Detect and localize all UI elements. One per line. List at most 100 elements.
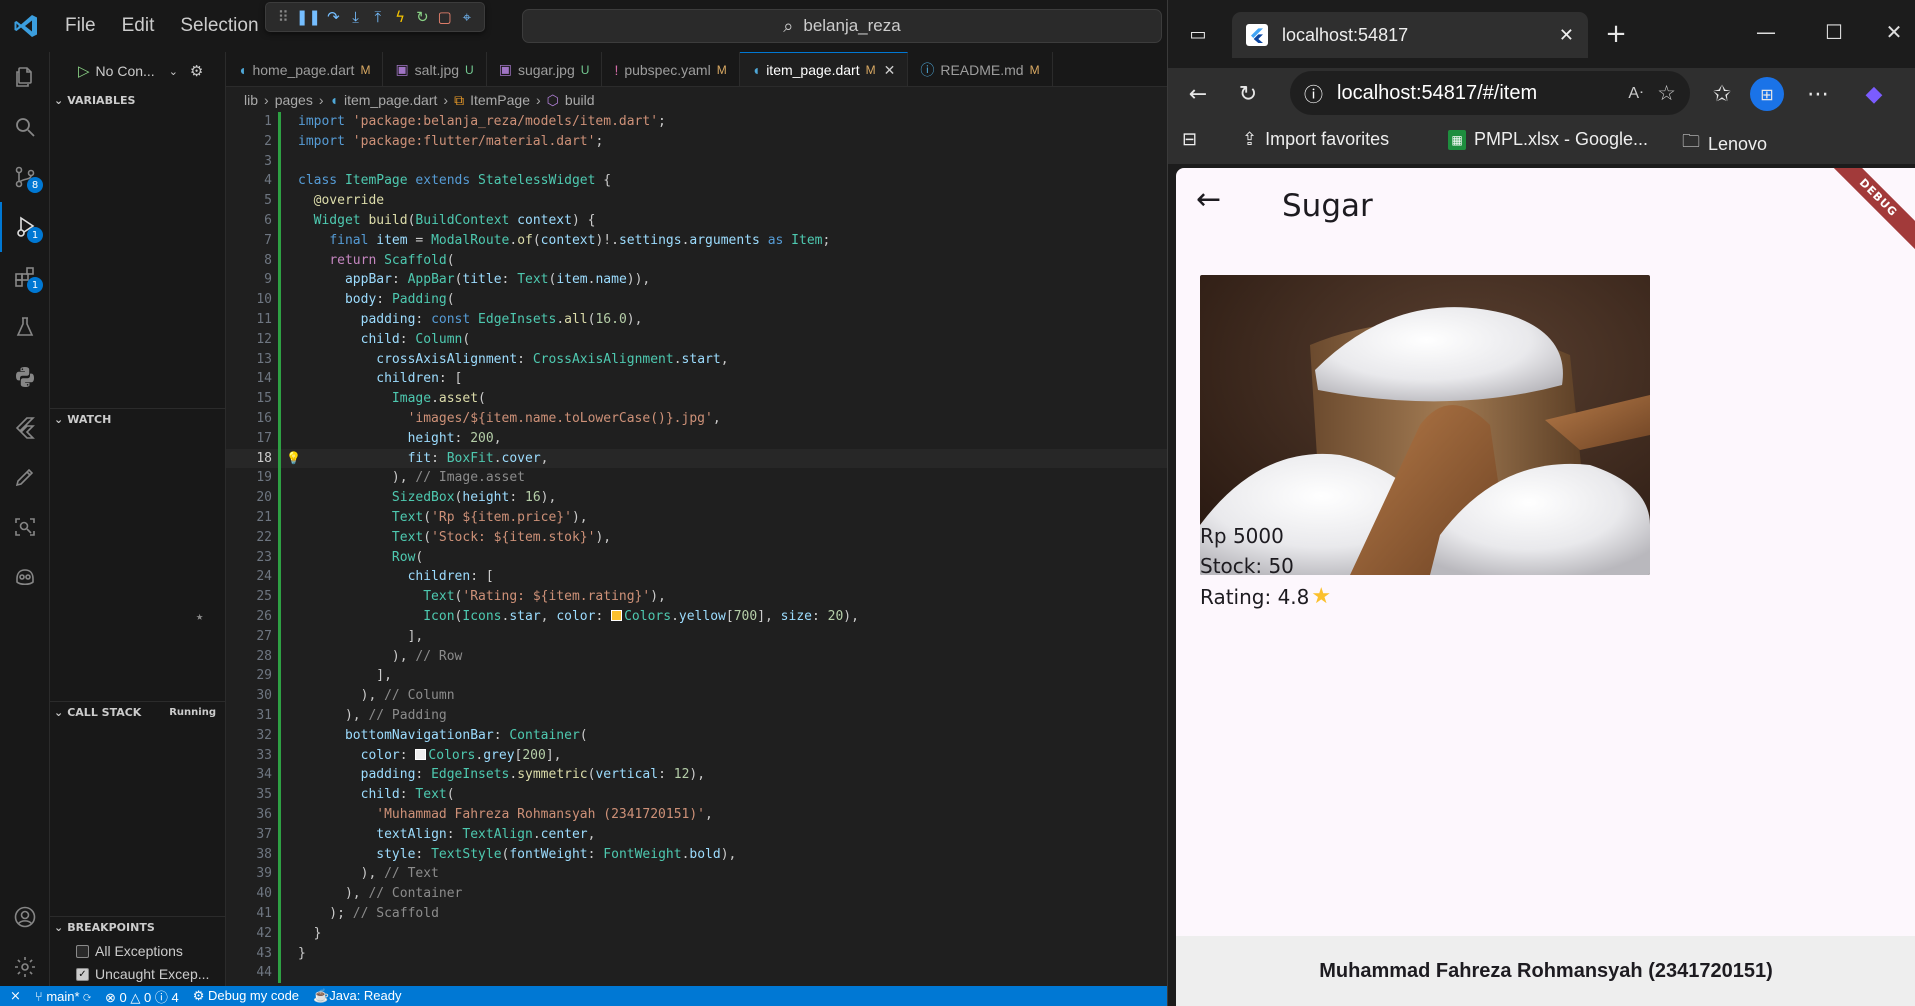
code-line[interactable]: 31 ), // Padding: [226, 706, 1167, 726]
close-icon[interactable]: ✕: [884, 62, 896, 79]
code-line[interactable]: 18 fit: BoxFit.cover, 💡: [226, 448, 1167, 469]
close-window-icon[interactable]: ✕: [1874, 14, 1914, 50]
line-number[interactable]: 20: [226, 488, 272, 508]
callstack-section-header[interactable]: ⌄ CALL STACK Running: [50, 701, 226, 723]
code-line[interactable]: 32 bottomNavigationBar: Container(: [226, 725, 1167, 746]
code-line[interactable]: 25 Text('Rating: ${item.rating}'),: [226, 587, 1167, 607]
stop-icon[interactable]: ▢: [436, 5, 454, 29]
color-swatch[interactable]: [611, 610, 623, 621]
code-line[interactable]: 27 ],: [226, 626, 1167, 647]
explorer-icon[interactable]: [0, 52, 50, 102]
code-line[interactable]: 2 import 'package:flutter/material.dart';: [226, 131, 1167, 152]
line-number[interactable]: 19: [226, 468, 272, 488]
line-number[interactable]: 23: [226, 548, 272, 568]
gear-icon[interactable]: [0, 942, 50, 992]
command-center-search[interactable]: ⌕ belanja_reza: [522, 9, 1162, 43]
breadcrumb-item[interactable]: ItemPage: [470, 92, 530, 108]
code-line[interactable]: 14 children: [: [226, 369, 1167, 390]
line-number[interactable]: 29: [226, 666, 272, 686]
line-number[interactable]: 21: [226, 508, 272, 528]
checkbox[interactable]: [76, 944, 89, 958]
code-line[interactable]: 21 Text('Rp ${item.price}'),: [226, 508, 1167, 528]
line-number[interactable]: 44: [226, 963, 272, 983]
run-config-select[interactable]: No Con...: [96, 63, 155, 79]
step-into-icon[interactable]: ⤓: [347, 5, 365, 29]
windows-icon[interactable]: ⊞: [1750, 77, 1784, 111]
line-number[interactable]: 12: [226, 330, 272, 350]
favorite-lenovo[interactable]: 🗀 Lenovo: [1682, 129, 1767, 159]
line-number[interactable]: 10: [226, 290, 272, 310]
code-line[interactable]: 23 Row(: [226, 547, 1167, 568]
line-number[interactable]: 11: [226, 310, 272, 330]
line-number[interactable]: 5: [226, 191, 272, 211]
python-icon[interactable]: [0, 352, 50, 402]
tab-sugar-jpg[interactable]: ▣ sugar.jpg U: [487, 52, 603, 86]
copilot-icon[interactable]: [0, 552, 50, 602]
site-info-icon[interactable]: ⓘ: [1304, 80, 1323, 107]
pause-icon[interactable]: ❚❚: [296, 5, 321, 29]
code-line[interactable]: 8 return Scaffold(: [226, 250, 1167, 271]
read-aloud-icon[interactable]: Aᐧ: [1628, 83, 1643, 103]
line-number[interactable]: 28: [226, 647, 272, 667]
step-over-icon[interactable]: ↷: [324, 5, 342, 29]
code-line[interactable]: 16 'images/${item.name.toLowerCase()}.jp…: [226, 409, 1167, 429]
drag-handle-icon[interactable]: ⠿: [274, 5, 292, 29]
code-line[interactable]: 38 style: TextStyle(fontWeight: FontWeig…: [226, 844, 1167, 865]
back-arrow-icon[interactable]: ←: [1196, 182, 1221, 217]
branch-status[interactable]: ⑂ main* ⟳: [35, 989, 91, 1004]
remote-explorer-icon[interactable]: [0, 502, 50, 552]
line-number[interactable]: 32: [226, 726, 272, 746]
line-number[interactable]: 17: [226, 429, 272, 449]
code-line[interactable]: 34 padding: EdgeInsets.symmetric(vertica…: [226, 765, 1167, 786]
source-control-icon[interactable]: 8: [0, 152, 50, 202]
tab-item-page[interactable]: ◖ item_page.dart M ✕: [739, 52, 909, 86]
search-icon[interactable]: [0, 102, 50, 152]
breadcrumb-item[interactable]: build: [565, 92, 595, 108]
line-number[interactable]: 4: [226, 171, 272, 191]
line-number[interactable]: 16: [226, 409, 272, 429]
menu-edit[interactable]: Edit: [109, 15, 168, 37]
checkbox-checked[interactable]: ✓: [76, 967, 89, 981]
line-number[interactable]: 27: [226, 627, 272, 647]
line-number[interactable]: 40: [226, 884, 272, 904]
code-line[interactable]: 24 children: [: [226, 567, 1167, 588]
breakpoint-uncaught-exceptions[interactable]: ✓ Uncaught Excep...: [76, 966, 209, 982]
breadcrumb-item[interactable]: item_page.dart: [344, 92, 437, 108]
code-line[interactable]: 40 ), // Container: [226, 884, 1167, 904]
code-editor[interactable]: 1 import 'package:belanja_reza/models/ite…: [196, 112, 1167, 986]
hot-reload-icon[interactable]: ϟ: [391, 5, 409, 29]
copilot-icon[interactable]: ◆: [1856, 76, 1892, 112]
code-line[interactable]: 15 Image.asset(: [226, 389, 1167, 409]
line-number[interactable]: 8: [226, 251, 272, 271]
restart-icon[interactable]: ↻: [413, 5, 431, 29]
line-number[interactable]: 22: [226, 528, 272, 548]
minimize-icon[interactable]: —: [1746, 14, 1786, 50]
code-line[interactable]: 29 ],: [226, 666, 1167, 687]
code-line[interactable]: 35 child: Text(: [226, 785, 1167, 805]
java-status[interactable]: ☕Java: Ready: [313, 988, 401, 1004]
line-number[interactable]: 41: [226, 904, 272, 924]
code-line[interactable]: 43}: [226, 943, 1167, 964]
remote-icon[interactable]: ⨯: [10, 988, 21, 1004]
lightbulb-icon[interactable]: 💡: [286, 449, 301, 469]
line-number[interactable]: 2: [226, 132, 272, 152]
line-number[interactable]: 34: [226, 765, 272, 785]
line-number[interactable]: 3: [226, 152, 272, 172]
code-line[interactable]: 37 textAlign: TextAlign.center,: [226, 824, 1167, 845]
testing-icon[interactable]: [0, 302, 50, 352]
line-number[interactable]: 39: [226, 864, 272, 884]
run-debug-icon[interactable]: 1: [0, 202, 50, 252]
address-bar[interactable]: ⓘ localhost:54817/#/item Aᐧ ☆: [1290, 71, 1690, 115]
variables-section-header[interactable]: ⌄ VARIABLES: [50, 89, 226, 111]
chevron-down-icon[interactable]: ⌄: [169, 65, 178, 78]
start-debugging-icon[interactable]: ▷: [78, 62, 90, 80]
line-number[interactable]: 35: [226, 785, 272, 805]
inspect-widget-icon[interactable]: ⌖: [458, 5, 476, 29]
line-number[interactable]: 33: [226, 746, 272, 766]
line-number[interactable]: 37: [226, 825, 272, 845]
line-number[interactable]: 14: [226, 369, 272, 389]
line-number[interactable]: 1: [226, 112, 272, 132]
breakpoint-all-exceptions[interactable]: All Exceptions: [76, 943, 183, 959]
url-text[interactable]: localhost:54817/#/item: [1337, 82, 1537, 105]
code-line[interactable]: 3: [226, 151, 1167, 172]
